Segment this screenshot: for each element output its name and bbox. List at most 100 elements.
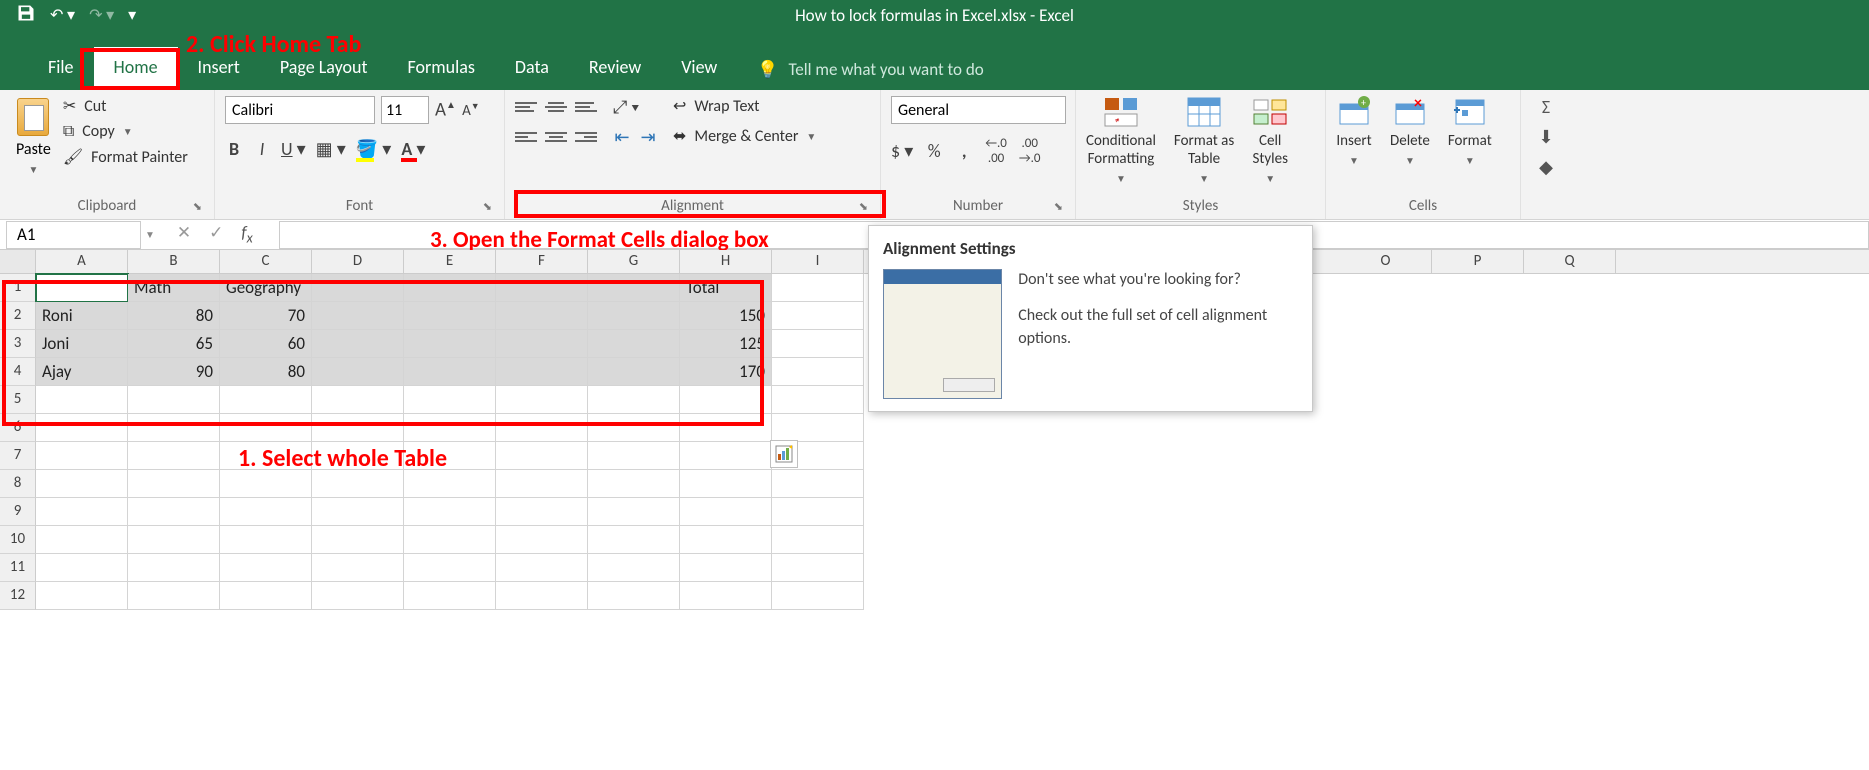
cell[interactable] [404,470,496,498]
save-icon[interactable] [16,3,36,28]
tab-file[interactable]: File [28,47,94,90]
cell[interactable] [772,414,864,442]
cell[interactable] [128,386,220,414]
row-header[interactable]: 2 [0,302,36,330]
cell[interactable] [496,274,588,302]
cut-button[interactable]: ✂Cut [63,96,188,116]
cell[interactable] [772,330,864,358]
wrap-text-button[interactable]: ↩Wrap Text [673,96,816,116]
cell[interactable] [128,498,220,526]
fx-icon[interactable]: fx [241,222,252,246]
tab-formulas[interactable]: Formulas [388,47,495,90]
cell[interactable] [36,470,128,498]
row-header[interactable]: 12 [0,582,36,610]
tab-view[interactable]: View [661,47,737,90]
font-name-select[interactable] [225,96,375,124]
tab-data[interactable]: Data [495,47,569,90]
cell[interactable] [404,274,496,302]
orientation-button[interactable]: ⤢ ▾ [613,96,639,118]
tab-home[interactable]: Home [94,47,178,90]
increase-indent-button[interactable]: ⇥ [639,126,657,148]
cell[interactable] [496,330,588,358]
font-color-button[interactable]: A ▾ [401,138,425,160]
cell[interactable]: 65 [128,330,220,358]
cell[interactable] [588,526,680,554]
cell[interactable] [312,526,404,554]
cell[interactable] [496,358,588,386]
align-left-button[interactable] [515,128,537,146]
currency-button[interactable]: $ ▾ [891,140,913,162]
increase-decimal-button[interactable]: ←.0.00 [985,136,1007,166]
cell[interactable] [680,554,772,582]
cell[interactable]: Ajay [36,358,128,386]
cell[interactable] [588,330,680,358]
cell[interactable] [772,498,864,526]
italic-button[interactable]: I [253,138,271,160]
cell[interactable] [772,554,864,582]
cell[interactable] [220,498,312,526]
cell[interactable]: Geography [220,274,312,302]
clear-icon[interactable]: ◆ [1539,156,1553,178]
col-header-o[interactable]: O [1340,250,1432,273]
col-header-a[interactable]: A [36,250,128,273]
cell[interactable] [404,358,496,386]
cell[interactable] [588,442,680,470]
align-center-button[interactable] [545,128,567,146]
underline-button[interactable]: U ▾ [281,138,306,160]
cell[interactable] [36,274,128,302]
cell[interactable] [496,414,588,442]
format-painter-button[interactable]: 🖌Format Painter [63,147,188,167]
cell[interactable] [220,554,312,582]
cell[interactable] [588,386,680,414]
row-header[interactable]: 6 [0,414,36,442]
cell[interactable] [128,526,220,554]
cell[interactable] [404,582,496,610]
row-header[interactable]: 4 [0,358,36,386]
cell[interactable] [36,386,128,414]
cell[interactable] [680,386,772,414]
cell[interactable]: Total [680,274,772,302]
dialog-launcher-icon[interactable]: ⬊ [483,200,492,213]
cell[interactable] [496,470,588,498]
cell[interactable] [404,554,496,582]
cell[interactable] [772,582,864,610]
cell[interactable] [588,302,680,330]
col-header-i[interactable]: I [772,250,864,273]
cell[interactable] [772,274,864,302]
cell[interactable] [496,302,588,330]
cell[interactable] [680,526,772,554]
cell[interactable] [128,470,220,498]
col-header-d[interactable]: D [312,250,404,273]
align-middle-button[interactable] [545,98,567,116]
cell[interactable] [680,498,772,526]
cell[interactable] [588,554,680,582]
cell[interactable]: 90 [128,358,220,386]
cell[interactable] [128,582,220,610]
cell[interactable] [312,330,404,358]
col-header-g[interactable]: G [588,250,680,273]
cell[interactable] [404,386,496,414]
cell[interactable] [772,526,864,554]
cell[interactable] [680,582,772,610]
cell[interactable] [496,554,588,582]
cell[interactable] [220,526,312,554]
quick-analysis-button[interactable] [770,440,798,468]
cell[interactable] [588,470,680,498]
cell[interactable]: 150 [680,302,772,330]
cell[interactable] [588,582,680,610]
row-header[interactable]: 3 [0,330,36,358]
col-header-h[interactable]: H [680,250,772,273]
undo-icon[interactable]: ↶ ▾ [50,5,75,25]
cell[interactable]: 125 [680,330,772,358]
cell[interactable] [36,526,128,554]
delete-cells-button[interactable]: × Delete▼ [1390,96,1430,167]
cell[interactable]: 60 [220,330,312,358]
number-format-select[interactable] [891,96,1066,124]
cell[interactable] [312,274,404,302]
cell[interactable] [36,582,128,610]
align-top-button[interactable] [515,98,537,116]
qat-customize-icon[interactable]: ▾ [128,5,136,25]
cell[interactable]: Roni [36,302,128,330]
cell[interactable] [36,442,128,470]
cell[interactable] [312,414,404,442]
